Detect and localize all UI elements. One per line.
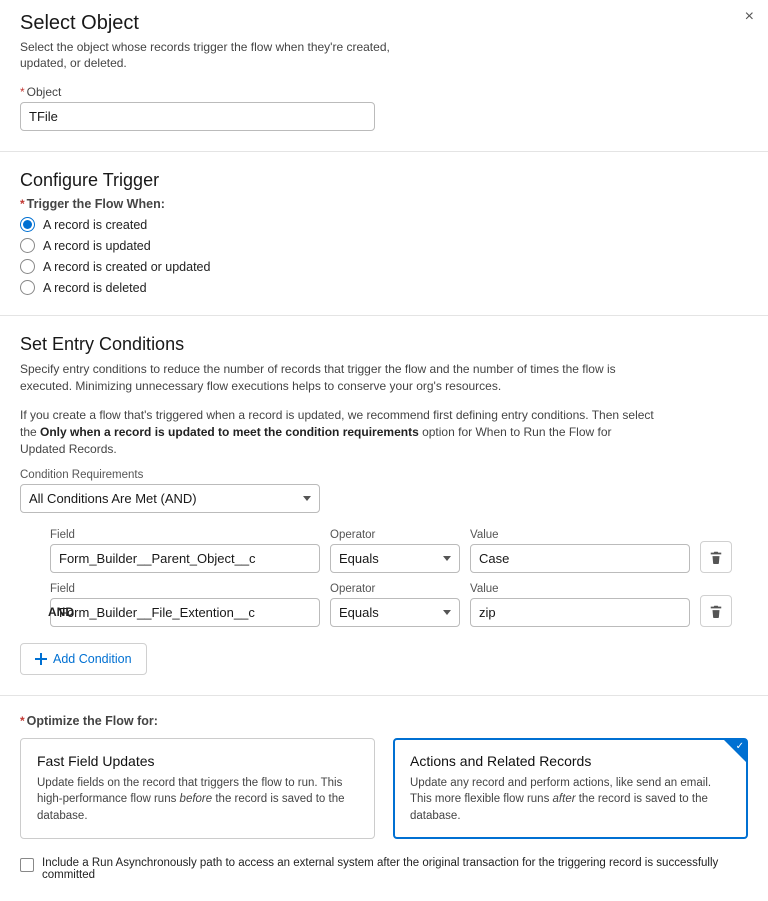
- close-icon[interactable]: ×: [745, 8, 754, 26]
- checkbox-icon: [20, 858, 34, 872]
- chevron-down-icon: [443, 556, 451, 561]
- condition-value-label: Value: [470, 583, 690, 595]
- divider: [0, 315, 768, 316]
- condition-field-label: Field: [50, 529, 320, 541]
- condition-operator-label: Operator: [330, 529, 460, 541]
- chevron-down-icon: [443, 610, 451, 615]
- optimize-card-fast-field-updates[interactable]: Fast Field Updates Update fields on the …: [20, 738, 375, 838]
- condition-field-label: Field: [50, 583, 320, 595]
- delete-condition-button[interactable]: [700, 541, 732, 573]
- entry-conditions-title: Set Entry Conditions: [20, 334, 748, 355]
- object-input[interactable]: TFile: [20, 102, 375, 131]
- condition-operator-select[interactable]: Equals: [330, 544, 460, 573]
- configure-trigger-title: Configure Trigger: [20, 170, 748, 191]
- radio-icon: [20, 259, 35, 274]
- radio-icon: [20, 238, 35, 253]
- select-object-title: Select Object: [20, 12, 748, 35]
- condition-field-input[interactable]: Form_Builder__Parent_Object__c: [50, 544, 320, 573]
- radio-record-created-or-updated[interactable]: A record is created or updated: [20, 259, 748, 274]
- condition-field-input[interactable]: Form_Builder__File_Extention__c: [50, 598, 320, 627]
- trash-icon: [709, 604, 723, 618]
- card-desc: Update fields on the record that trigger…: [37, 775, 358, 823]
- trash-icon: [709, 550, 723, 564]
- condition-operator-select[interactable]: Equals: [330, 598, 460, 627]
- condition-operator-label: Operator: [330, 583, 460, 595]
- add-condition-button[interactable]: Add Condition: [20, 643, 147, 675]
- card-desc: Update any record and perform actions, l…: [410, 775, 731, 823]
- optimize-card-actions-related-records[interactable]: ✓ Actions and Related Records Update any…: [393, 738, 748, 838]
- entry-conditions-desc1: Specify entry conditions to reduce the n…: [20, 361, 660, 395]
- radio-record-created[interactable]: A record is created: [20, 217, 748, 232]
- optimize-label: * Optimize the Flow for:: [20, 714, 748, 728]
- object-field-label: * Object: [20, 85, 748, 99]
- flow-trigger-panel: × Select Object Select the object whose …: [0, 0, 768, 901]
- plus-icon: [35, 653, 47, 665]
- divider: [0, 151, 768, 152]
- condition-value-input[interactable]: Case: [470, 544, 690, 573]
- radio-icon: [20, 217, 35, 232]
- run-async-checkbox[interactable]: Include a Run Asynchronously path to acc…: [20, 857, 748, 881]
- condition-value-input[interactable]: zip: [470, 598, 690, 627]
- condition-requirements-select[interactable]: All Conditions Are Met (AND): [20, 484, 320, 513]
- trigger-when-radiogroup: A record is created A record is updated …: [20, 217, 748, 295]
- radio-icon: [20, 280, 35, 295]
- entry-conditions-desc2: If you create a flow that's triggered wh…: [20, 407, 660, 457]
- and-joiner: AND: [46, 605, 74, 619]
- card-title: Actions and Related Records: [410, 753, 731, 769]
- condition-requirements-label: Condition Requirements: [20, 469, 748, 481]
- radio-record-updated[interactable]: A record is updated: [20, 238, 748, 253]
- divider: [0, 695, 768, 696]
- radio-record-deleted[interactable]: A record is deleted: [20, 280, 748, 295]
- check-icon: ✓: [736, 742, 744, 752]
- delete-condition-button[interactable]: [700, 595, 732, 627]
- condition-value-label: Value: [470, 529, 690, 541]
- trigger-when-label: * Trigger the Flow When:: [20, 197, 748, 211]
- chevron-down-icon: [303, 496, 311, 501]
- card-title: Fast Field Updates: [37, 753, 358, 769]
- select-object-desc: Select the object whose records trigger …: [20, 39, 390, 71]
